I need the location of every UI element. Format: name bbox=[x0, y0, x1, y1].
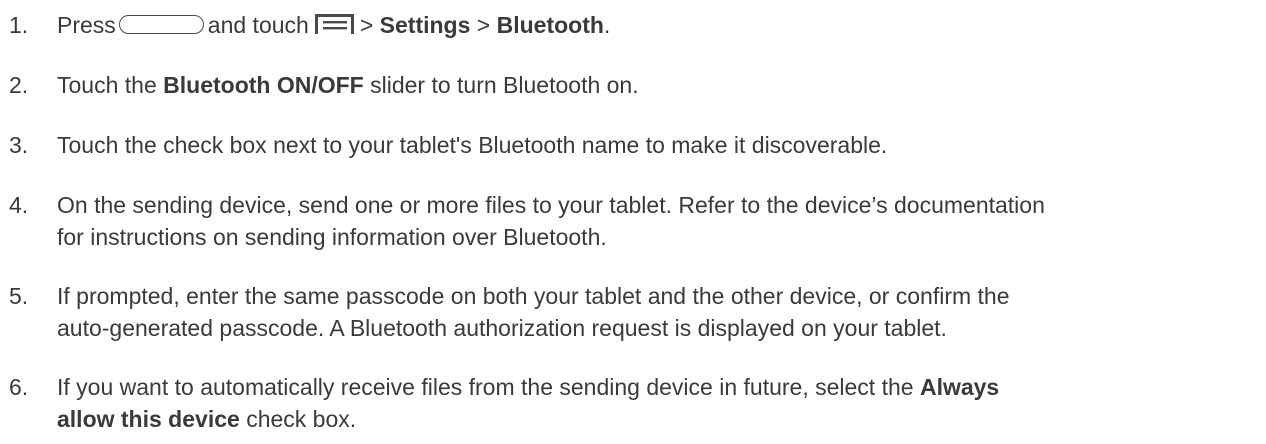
step-text: Press and touch > Settings > Bluetooth. bbox=[57, 12, 611, 38]
bluetooth-onoff-label: Bluetooth ON/OFF bbox=[163, 72, 364, 98]
settings-label: Settings bbox=[379, 12, 471, 38]
always-label: Always bbox=[919, 374, 1000, 400]
step-text: Touch the Bluetooth ON/OFF slider to tur… bbox=[57, 72, 639, 98]
home-key-icon bbox=[118, 15, 204, 34]
step-number: 4. bbox=[9, 192, 29, 218]
step-text: On the sending device, send one or more … bbox=[57, 192, 1045, 250]
step-number: 3. bbox=[9, 132, 29, 158]
allow-this-device-label: allow this device bbox=[57, 406, 240, 432]
bluetooth-label: Bluetooth bbox=[496, 12, 604, 38]
step-number: 1. bbox=[9, 12, 29, 38]
step-number: 6. bbox=[9, 374, 29, 400]
step-number: 5. bbox=[9, 283, 29, 309]
instruction-list: 1. Press and touch > Settings > Bluetooth.… bbox=[0, 0, 1266, 444]
step-text: If prompted, enter the same passcode on … bbox=[57, 283, 1010, 341]
step-number: 2. bbox=[9, 72, 29, 98]
step-text: Touch the check box next to your tablet'… bbox=[57, 132, 888, 158]
step-text: If you want to automatically receive fil… bbox=[57, 374, 1000, 432]
menu-key-icon bbox=[314, 13, 355, 35]
